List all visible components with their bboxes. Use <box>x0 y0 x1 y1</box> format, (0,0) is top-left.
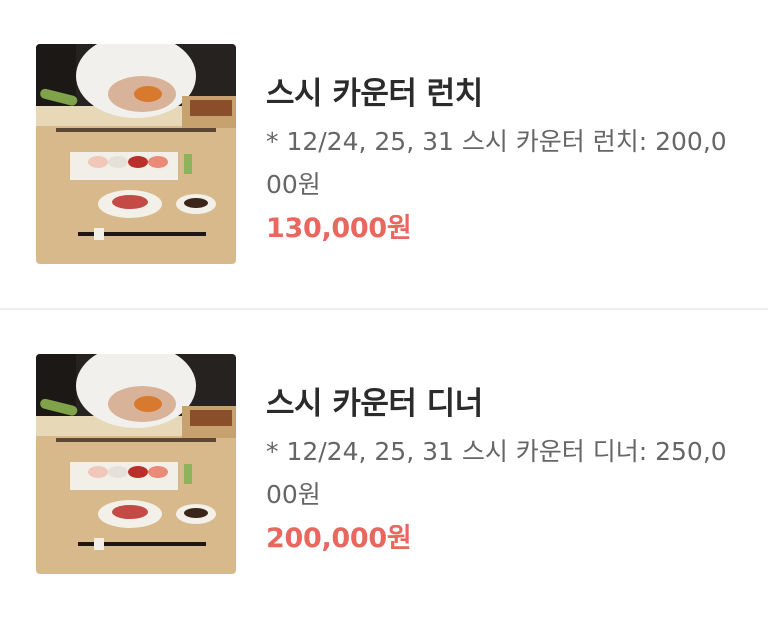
menu-item-title: 스시 카운터 런치 <box>266 76 483 112</box>
sushi-counter-photo <box>36 354 236 574</box>
sushi-counter-photo <box>36 44 236 264</box>
menu-item-title: 스시 카운터 디너 <box>266 386 483 422</box>
menu-item-photo[interactable] <box>36 354 236 574</box>
menu-item-description: * 12/24, 25, 31 스시 카운터 디너: 250,000원 <box>266 437 727 509</box>
menu-item-dinner[interactable]: 스시 카운터 디너 * 12/24, 25, 31 스시 카운터 디너: 250… <box>0 310 768 618</box>
menu-item-price: 200,000원 <box>266 523 412 554</box>
menu-item-photo[interactable] <box>36 44 236 264</box>
menu-item-lunch[interactable]: 스시 카운터 런치 * 12/24, 25, 31 스시 카운터 런치: 200… <box>0 0 768 310</box>
menu-item-price: 130,000원 <box>266 213 412 244</box>
menu-item-description: * 12/24, 25, 31 스시 카운터 런치: 200,000원 <box>266 127 727 199</box>
menu-list: 스시 카운터 런치 * 12/24, 25, 31 스시 카운터 런치: 200… <box>0 0 768 618</box>
